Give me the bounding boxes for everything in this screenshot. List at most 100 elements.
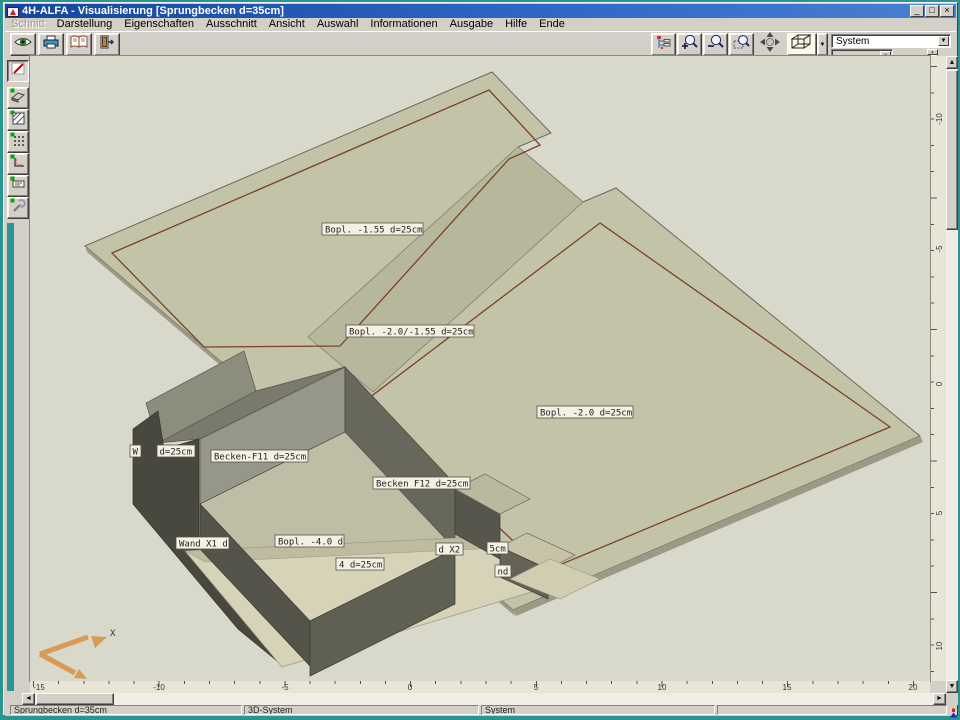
zoom-in-button[interactable]: [677, 33, 702, 56]
status-indicator-icon: [949, 705, 958, 720]
menu-item-informationen[interactable]: Informationen: [364, 18, 443, 31]
svg-text:4 d=25cm: 4 d=25cm: [339, 561, 382, 571]
slab-label-becken-f12: Becken F12 d=25cm: [373, 477, 470, 490]
scroll-up-icon[interactable]: ▲: [946, 56, 958, 69]
hruler-label: -15: [33, 683, 45, 692]
scroll-right-icon[interactable]: ►: [933, 693, 946, 705]
tools-button[interactable]: [7, 197, 29, 219]
hruler-label: 20: [909, 683, 918, 692]
svg-text:5cm: 5cm: [490, 545, 506, 555]
zoom-out-button[interactable]: [703, 33, 728, 56]
menu-item-auswahl[interactable]: Auswahl: [311, 18, 365, 31]
view-3d-box-icon: [791, 34, 813, 55]
palette-background-strip: [7, 223, 14, 691]
combo-dropdown-icon[interactable]: ▼: [938, 36, 949, 46]
pan-cross-icon: [759, 31, 781, 58]
wall-label-fragment-x2: d X2: [436, 543, 463, 556]
edit-mode-button[interactable]: [7, 60, 29, 82]
manual-button[interactable]: [66, 33, 92, 56]
menu-item-ausschnitt[interactable]: Ausschnitt: [200, 18, 263, 31]
slab-tool-button[interactable]: [7, 87, 29, 109]
structure-list-button[interactable]: [651, 33, 676, 56]
app-window: 4H-ALFA - Visualisierung [Sprungbecken d…: [3, 2, 958, 716]
book-icon: [70, 35, 88, 54]
close-button[interactable]: ×: [940, 5, 954, 17]
svg-text:Becken F12 d=25cm: Becken F12 d=25cm: [376, 480, 468, 490]
menu-item-schnitt: Schnitt: [5, 18, 51, 31]
label-tool-button[interactable]: [7, 175, 29, 197]
slab-icon: [10, 88, 26, 108]
wall-label-fragment-d25: d=25cm: [157, 445, 195, 458]
scroll-left-icon[interactable]: ◄: [22, 693, 35, 705]
vertical-ruler: -10 -5 0 5 10: [931, 56, 946, 681]
desktop: 4H-ALFA - Visualisierung [Sprungbecken d…: [0, 0, 960, 720]
menu-item-hilfe[interactable]: Hilfe: [499, 18, 533, 31]
maximize-button[interactable]: □: [925, 5, 939, 17]
wall-label-wand-x1: Wand X1 d: [176, 537, 229, 550]
svg-text:Bopl. -4.0 d: Bopl. -4.0 d: [278, 538, 343, 548]
zoom-in-icon: [681, 34, 698, 55]
window-title: 4H-ALFA - Visualisierung [Sprungbecken d…: [22, 4, 909, 18]
title-bar[interactable]: 4H-ALFA - Visualisierung [Sprungbecken d…: [5, 4, 956, 18]
vertical-scrollbar[interactable]: ▲ ▼: [946, 56, 958, 693]
hruler-label: 10: [658, 683, 667, 692]
scene-svg: Bopl. -1.55 d=25cm Bopl. -2.0/-1.55 d=25…: [30, 56, 930, 681]
printer-icon: [43, 35, 59, 54]
hatch-square-icon: [10, 110, 26, 130]
minimize-button[interactable]: _: [910, 5, 924, 17]
slab-label-bopl40: Bopl. -4.0 d: [275, 535, 344, 548]
view-button[interactable]: [10, 33, 36, 56]
status-panel-system-type: 3D-System: [244, 705, 479, 715]
main-toolbar: ▼ System ▼ ▼ ▲ ▼: [5, 31, 956, 57]
svg-text:d X2: d X2: [439, 546, 461, 556]
svg-text:d=25cm: d=25cm: [160, 448, 193, 458]
vruler-label: 10: [934, 640, 946, 652]
vruler-label: 5: [934, 507, 946, 519]
menu-item-darstellung[interactable]: Darstellung: [51, 18, 119, 31]
svg-text:Bopl. -1.55 d=25cm: Bopl. -1.55 d=25cm: [325, 226, 423, 236]
print-button[interactable]: [38, 33, 64, 56]
hscroll-thumb[interactable]: [36, 693, 114, 705]
horizontal-ruler: -15 -10 -5 0 5 10 15 20: [30, 681, 930, 693]
svg-text:Wand X1 d: Wand X1 d: [179, 540, 228, 550]
system-combobox[interactable]: System ▼: [831, 34, 951, 48]
menu-item-ansicht[interactable]: Ansicht: [263, 18, 311, 31]
wall-label-fragment-w: W: [130, 445, 141, 458]
exit-door-icon: [99, 35, 115, 54]
hatch-tool-button[interactable]: [7, 109, 29, 131]
system-combobox-value: System: [836, 36, 869, 47]
svg-text:Becken-F11 d=25cm: Becken-F11 d=25cm: [214, 453, 306, 463]
horizontal-scrollbar[interactable]: ◄ ►: [22, 693, 946, 705]
view-3d-dropdown-button[interactable]: ▼: [817, 33, 828, 56]
slab-label-bopl20-155: Bopl. -2.0/-1.55 d=25cm: [346, 325, 474, 338]
menu-item-ende[interactable]: Ende: [533, 18, 571, 31]
label-box-icon: [10, 176, 26, 196]
y-axis-arrowhead: [74, 669, 87, 679]
pan-control[interactable]: [757, 33, 783, 56]
x-axis-arrowhead: [91, 636, 107, 648]
exit-button[interactable]: [94, 33, 120, 56]
hruler-label: -5: [281, 683, 288, 692]
dimension-tool-button[interactable]: [7, 153, 29, 175]
zoom-window-button[interactable]: [729, 33, 754, 56]
x-axis-label: X: [110, 629, 116, 639]
dimension-icon: [10, 154, 26, 174]
vruler-label: -5: [934, 243, 946, 255]
scrollbar-corner: [946, 693, 958, 705]
menu-item-eigenschaften[interactable]: Eigenschaften: [118, 18, 200, 31]
vscroll-thumb[interactable]: [946, 70, 958, 230]
zoom-out-icon: [707, 34, 724, 55]
svg-text:W: W: [133, 448, 139, 458]
scroll-down-icon[interactable]: ▼: [946, 680, 958, 693]
mesh-tool-button[interactable]: [7, 131, 29, 153]
3d-viewport[interactable]: Bopl. -1.55 d=25cm Bopl. -2.0/-1.55 d=25…: [30, 56, 930, 681]
chevron-down-icon: ▼: [820, 42, 826, 48]
menu-item-ausgabe[interactable]: Ausgabe: [444, 18, 499, 31]
eye-icon: [14, 35, 32, 54]
slab-label-bopl155: Bopl. -1.55 d=25cm: [322, 223, 423, 236]
svg-text:Bopl. -2.0/-1.55 d=25cm: Bopl. -2.0/-1.55 d=25cm: [349, 328, 474, 338]
status-panel-view: System: [481, 705, 715, 715]
axes-indicator: X Y: [40, 629, 116, 681]
view-3d-button[interactable]: [787, 33, 817, 56]
hruler-label: 15: [783, 683, 792, 692]
